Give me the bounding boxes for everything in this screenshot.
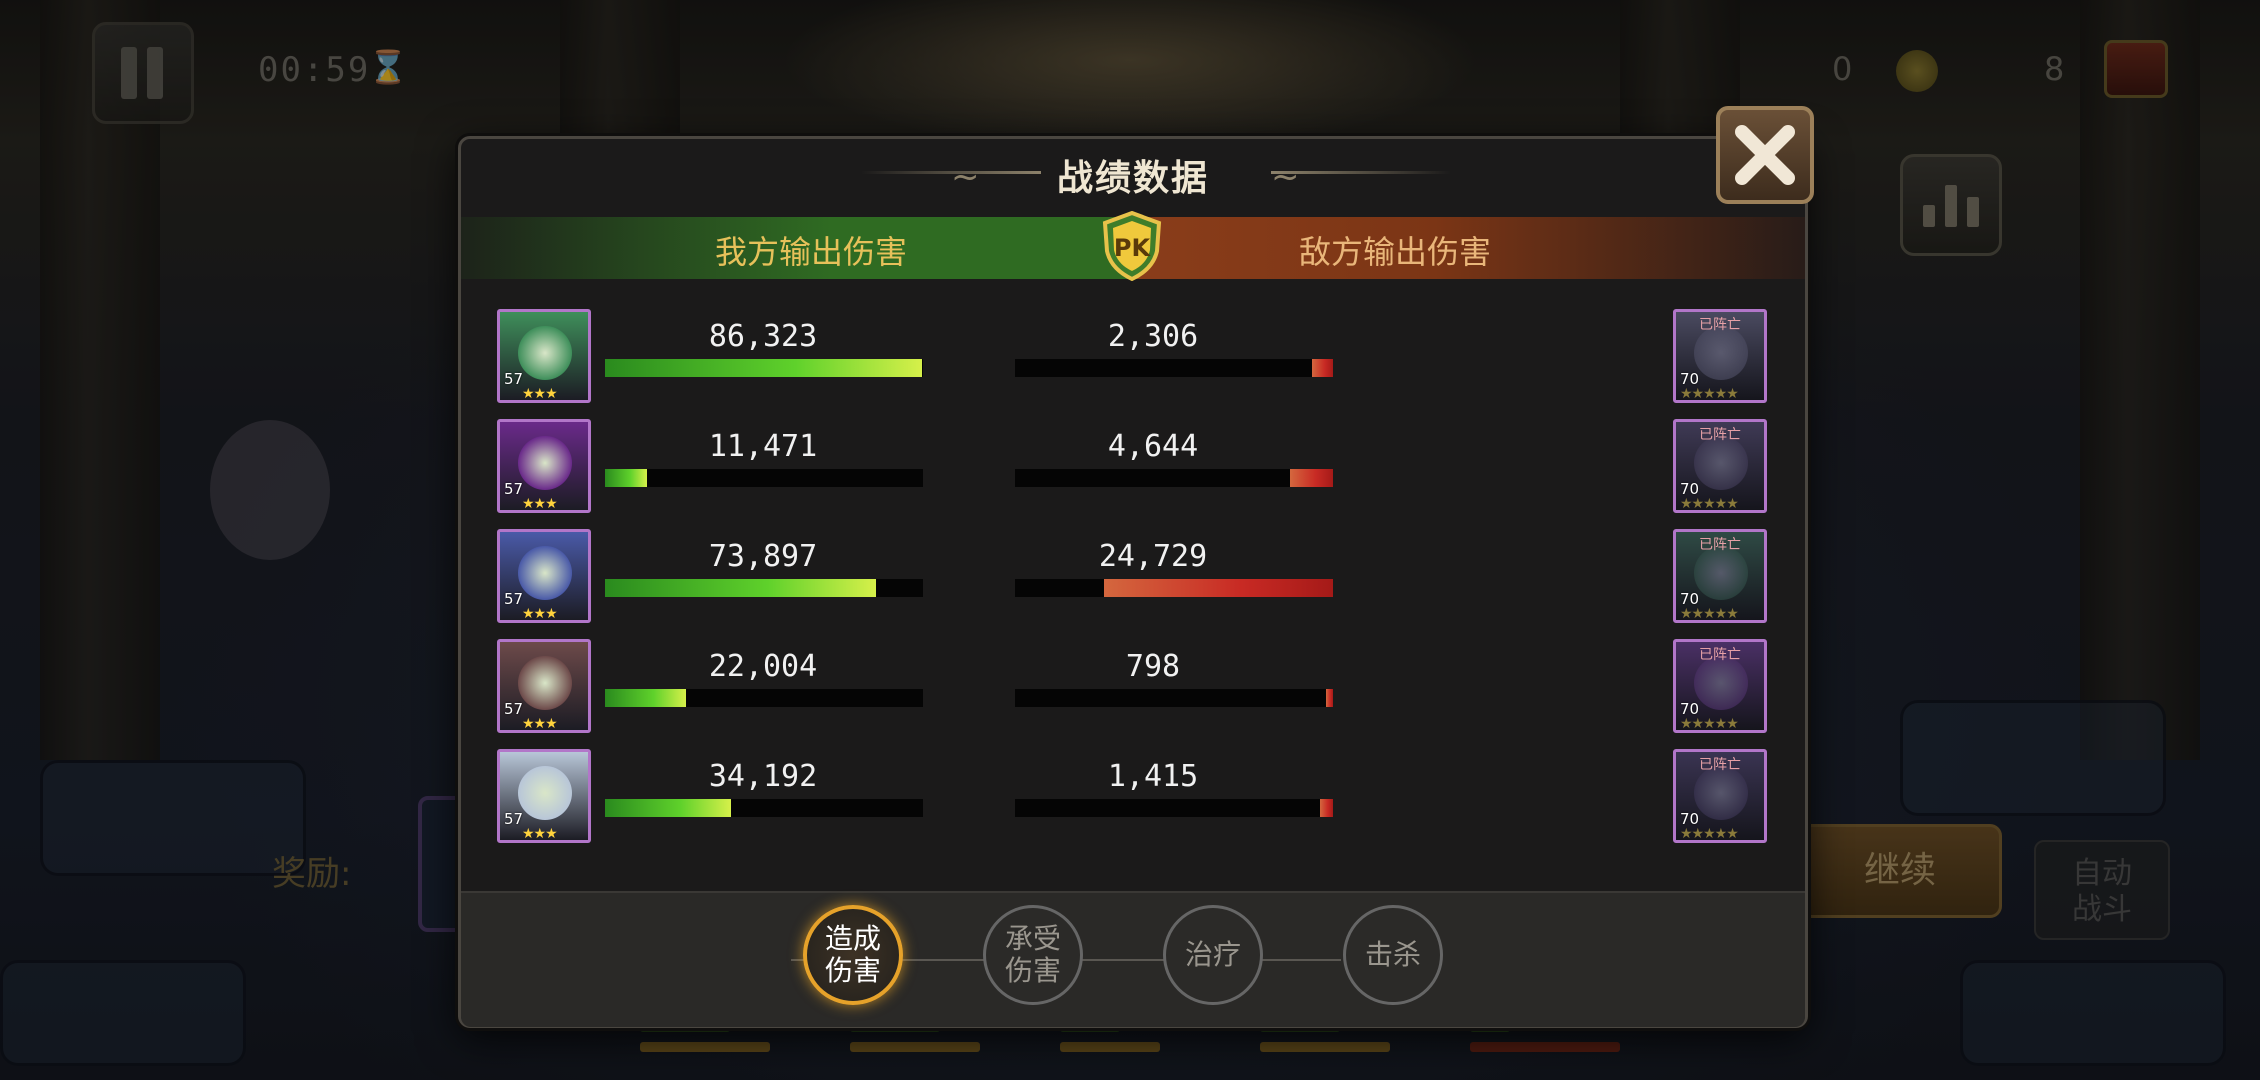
hero-level: 57 bbox=[504, 700, 524, 718]
dead-label: 已阵亡 bbox=[1699, 757, 1741, 773]
ally-damage-value: 11,471 bbox=[708, 429, 818, 464]
dead-label: 已阵亡 bbox=[1699, 647, 1741, 663]
ally-damage-value: 73,897 bbox=[708, 539, 818, 574]
title-ornament-curl: ~ bbox=[1271, 157, 1300, 197]
ally-damage-bar bbox=[605, 469, 923, 487]
hero-stars: ★★★★★ bbox=[1680, 386, 1739, 402]
hero-stars: ★★★★★ bbox=[1680, 826, 1739, 842]
hero-level: 57 bbox=[504, 370, 524, 388]
enemy-damage-fill bbox=[1104, 579, 1333, 597]
hero-stars: ★★★ bbox=[522, 606, 558, 622]
enemy-damage-fill bbox=[1311, 359, 1333, 377]
hero-face bbox=[518, 656, 572, 710]
side-header-banner: 我方输出伤害 敌方输出伤害 PK bbox=[461, 211, 1805, 281]
ally-damage-value: 86,323 bbox=[708, 319, 818, 354]
enemy-damage-fill bbox=[1319, 799, 1333, 817]
dialog-title: 战绩数据 bbox=[1056, 158, 1209, 199]
enemy-damage-bar bbox=[1015, 579, 1333, 597]
enemy-damage-fill bbox=[1290, 469, 1333, 487]
ally-damage-bar bbox=[605, 579, 923, 597]
enemy-hero-portrait[interactable]: 已阵亡 70 ★★★★★ bbox=[1673, 639, 1767, 733]
hero-face bbox=[1694, 766, 1748, 820]
ally-damage-bar bbox=[605, 689, 923, 707]
dead-label: 已阵亡 bbox=[1699, 317, 1741, 333]
enemy-damage-bar bbox=[1015, 799, 1333, 817]
pk-shield-icon: PK bbox=[1102, 211, 1162, 281]
damage-row: 57 ★★★ 34,192 1,415 已阵亡 70 ★★★★★ bbox=[461, 749, 1805, 849]
damage-row: 57 ★★★ 86,323 2,306 已阵亡 70 ★★★★★ bbox=[461, 309, 1805, 409]
dead-label: 已阵亡 bbox=[1699, 427, 1741, 443]
stat-tabs: 造成 伤害 承受 伤害 治疗 击杀 bbox=[461, 891, 1805, 1027]
damage-row: 57 ★★★ 11,471 4,644 已阵亡 70 ★★★★★ bbox=[461, 419, 1805, 519]
enemy-damage-bar bbox=[1015, 469, 1333, 487]
enemy-damage-value: 798 bbox=[1125, 649, 1181, 684]
damage-row: 57 ★★★ 73,897 24,729 已阵亡 70 ★★★★★ bbox=[461, 529, 1805, 629]
damage-rows: 57 ★★★ 86,323 2,306 已阵亡 70 ★★★★★ 57 ★★★ … bbox=[461, 309, 1805, 843]
tab-damage-taken[interactable]: 承受 伤害 bbox=[983, 905, 1083, 1005]
ally-damage-fill bbox=[605, 469, 648, 487]
enemy-damage-bar bbox=[1015, 689, 1333, 707]
tab-kills[interactable]: 击杀 bbox=[1343, 905, 1443, 1005]
ally-hero-portrait[interactable]: 57 ★★★ bbox=[497, 529, 591, 623]
hero-face bbox=[1694, 546, 1748, 600]
dead-label: 已阵亡 bbox=[1699, 537, 1741, 553]
hero-level: 57 bbox=[504, 810, 524, 828]
hero-level: 57 bbox=[504, 480, 524, 498]
enemy-damage-value: 24,729 bbox=[1098, 539, 1208, 574]
ally-damage-fill bbox=[605, 359, 923, 377]
hero-stars: ★★★★★ bbox=[1680, 496, 1739, 512]
hero-face bbox=[1694, 656, 1748, 710]
enemy-hero-portrait[interactable]: 已阵亡 70 ★★★★★ bbox=[1673, 529, 1767, 623]
ally-damage-fill bbox=[605, 689, 686, 707]
close-icon bbox=[1735, 125, 1795, 185]
damage-row: 57 ★★★ 22,004 798 已阵亡 70 ★★★★★ bbox=[461, 639, 1805, 739]
enemy-damage-value: 4,644 bbox=[1107, 429, 1199, 464]
hero-face bbox=[518, 766, 572, 820]
hero-stars: ★★★★★ bbox=[1680, 716, 1739, 732]
ally-damage-bar bbox=[605, 359, 923, 377]
ally-damage-fill bbox=[605, 799, 731, 817]
ally-hero-portrait[interactable]: 57 ★★★ bbox=[497, 639, 591, 733]
title-ornament bbox=[1271, 171, 1451, 174]
hero-stars: ★★★ bbox=[522, 826, 558, 842]
hero-face bbox=[518, 326, 572, 380]
hero-face bbox=[1694, 436, 1748, 490]
ally-damage-value: 22,004 bbox=[708, 649, 818, 684]
ally-damage-bar bbox=[605, 799, 923, 817]
pk-text: PK bbox=[1114, 234, 1152, 262]
close-button[interactable] bbox=[1716, 106, 1814, 204]
enemy-damage-bar bbox=[1015, 359, 1333, 377]
enemy-damage-header: 敌方输出伤害 bbox=[1298, 233, 1491, 271]
ally-hero-portrait[interactable]: 57 ★★★ bbox=[497, 749, 591, 843]
battle-stats-dialog: ~ 战绩数据 ~ 我方输出伤害 敌方输出伤害 PK 57 ★★★ 86,323 … bbox=[458, 136, 1808, 1028]
tab-healing[interactable]: 治疗 bbox=[1163, 905, 1263, 1005]
enemy-hero-portrait[interactable]: 已阵亡 70 ★★★★★ bbox=[1673, 749, 1767, 843]
enemy-damage-value: 2,306 bbox=[1107, 319, 1199, 354]
hero-face bbox=[1694, 326, 1748, 380]
enemy-hero-portrait[interactable]: 已阵亡 70 ★★★★★ bbox=[1673, 309, 1767, 403]
hero-level: 57 bbox=[504, 590, 524, 608]
hero-stars: ★★★★★ bbox=[1680, 606, 1739, 622]
ally-damage-fill bbox=[605, 579, 877, 597]
tab-damage-dealt[interactable]: 造成 伤害 bbox=[803, 905, 903, 1005]
ally-damage-value: 34,192 bbox=[708, 759, 818, 794]
enemy-damage-fill bbox=[1325, 689, 1333, 707]
enemy-damage-value: 1,415 bbox=[1107, 759, 1199, 794]
ally-hero-portrait[interactable]: 57 ★★★ bbox=[497, 309, 591, 403]
ally-damage-header: 我方输出伤害 bbox=[714, 233, 907, 271]
ally-hero-portrait[interactable]: 57 ★★★ bbox=[497, 419, 591, 513]
hero-stars: ★★★ bbox=[522, 496, 558, 512]
enemy-hero-portrait[interactable]: 已阵亡 70 ★★★★★ bbox=[1673, 419, 1767, 513]
hero-stars: ★★★ bbox=[522, 716, 558, 732]
hero-face bbox=[518, 436, 572, 490]
hero-stars: ★★★ bbox=[522, 386, 558, 402]
hero-face bbox=[518, 546, 572, 600]
